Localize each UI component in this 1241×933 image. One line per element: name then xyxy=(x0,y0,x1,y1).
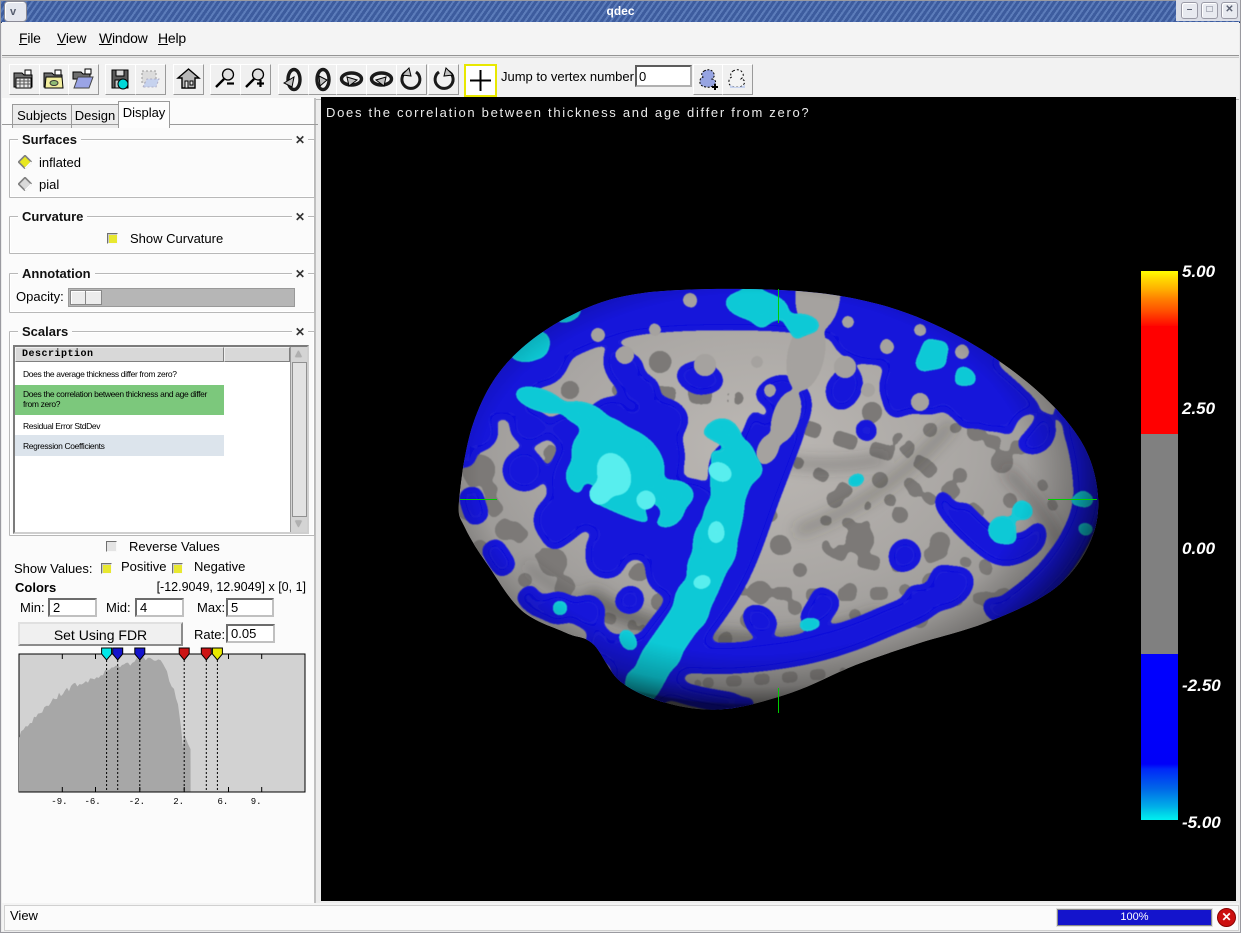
svg-text:9.: 9. xyxy=(251,797,262,807)
svg-text:6.: 6. xyxy=(218,797,229,807)
svg-text:2.: 2. xyxy=(173,797,184,807)
svg-text:-6.: -6. xyxy=(85,797,101,807)
svg-text:-9.: -9. xyxy=(51,797,67,807)
svg-text:-2.: -2. xyxy=(129,797,145,807)
